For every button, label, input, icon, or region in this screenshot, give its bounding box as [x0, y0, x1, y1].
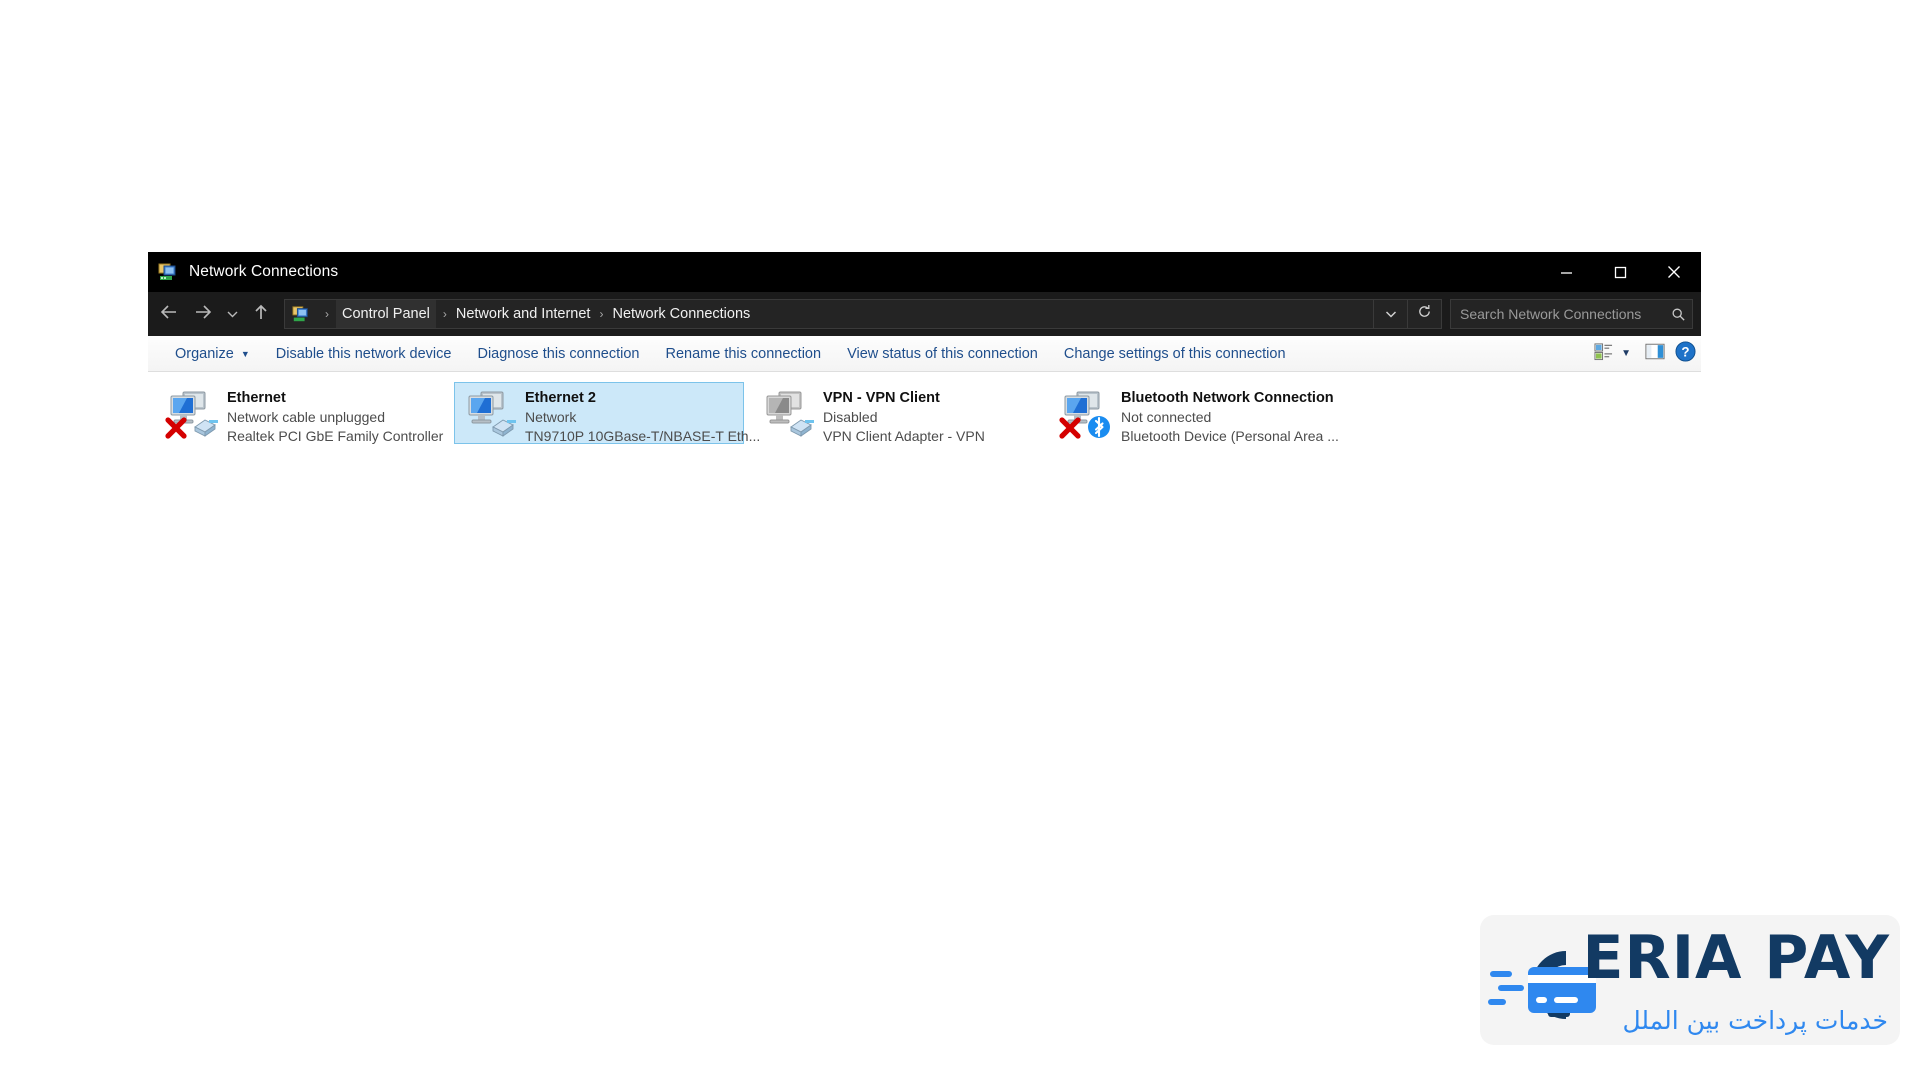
preview-pane-button[interactable] [1640, 340, 1670, 368]
connection-device: Realtek PCI GbE Family Controller [227, 428, 444, 444]
network-adapter-icon [1059, 387, 1115, 441]
connection-name: Bluetooth Network Connection [1121, 390, 1334, 406]
view-options-icon [1594, 342, 1613, 366]
connection-text: VPN - VPN Client Disabled VPN Client Ada… [817, 387, 985, 446]
recent-locations-button[interactable] [220, 297, 244, 331]
title-bar: Network Connections [148, 252, 1701, 292]
help-button[interactable]: ? [1670, 340, 1701, 368]
network-connections-window: Network Connections › Control Panel › Ne… [148, 252, 1701, 488]
chevron-down-icon [227, 305, 238, 323]
back-button[interactable] [152, 297, 186, 331]
connection-name: Ethernet [227, 390, 286, 406]
forward-arrow-icon [194, 304, 212, 325]
connection-status: Network [525, 409, 577, 425]
connection-text: Ethernet 2 Network TN9710P 10GBase-T/NBA… [519, 387, 761, 446]
chevron-down-icon: ▼ [240, 348, 250, 359]
minimize-icon [1560, 266, 1573, 279]
watermark-brand: ERIA PAY [1582, 923, 1890, 993]
preview-pane-icon [1645, 343, 1665, 365]
network-adapter-icon [463, 387, 519, 441]
maximize-icon [1614, 266, 1627, 279]
search-input[interactable] [1451, 306, 1664, 322]
organize-label: Organize [175, 345, 234, 362]
network-adapter-icon-disabled [761, 387, 817, 441]
connection-item-ethernet-2[interactable]: Ethernet 2 Network TN9710P 10GBase-T/NBA… [454, 382, 761, 446]
window-title: Network Connections [189, 263, 339, 280]
connections-items: Ethernet Network cable unplugged Realtek… [148, 382, 1701, 444]
connections-list: Ethernet Network cable unplugged Realtek… [148, 372, 1701, 488]
breadcrumb-separator: › [599, 307, 604, 321]
window-controls [1539, 252, 1701, 292]
svg-text:?: ? [1681, 344, 1689, 359]
disable-network-device-button[interactable]: Disable this network device [263, 340, 465, 368]
organize-button[interactable]: Organize ▼ [162, 340, 263, 368]
forward-button[interactable] [186, 297, 220, 331]
connection-status: Network cable unplugged [227, 409, 385, 425]
breadcrumb-bar[interactable]: › Control Panel › Network and Internet ›… [284, 299, 1442, 329]
back-arrow-icon [160, 304, 178, 325]
connection-text: Ethernet Network cable unplugged Realtek… [221, 387, 444, 446]
up-button[interactable] [244, 297, 278, 331]
view-options-dropdown-button[interactable]: ▼ [1618, 340, 1640, 368]
rename-connection-button[interactable]: Rename this connection [653, 340, 835, 368]
close-icon [1667, 265, 1681, 279]
command-bar: Organize ▼ Disable this network device D… [148, 336, 1701, 372]
connection-name: Ethernet 2 [525, 390, 596, 406]
connection-item-vpn-vpn-client[interactable]: VPN - VPN Client Disabled VPN Client Ada… [752, 382, 1042, 444]
chevron-down-icon: ▼ [1621, 348, 1631, 359]
view-options-button[interactable] [1589, 340, 1618, 368]
connection-status: Not connected [1121, 409, 1212, 425]
watermark-inner: ERIA PAY خدمات پرداخت بین الملل [1480, 915, 1896, 1045]
network-adapter-icon [165, 387, 221, 441]
bluetooth-icon [1088, 416, 1110, 438]
address-history-button[interactable] [1373, 300, 1407, 328]
connection-status: Disabled [823, 409, 878, 425]
search-box[interactable] [1450, 299, 1693, 329]
search-icon[interactable] [1664, 307, 1692, 322]
breadcrumb-item-network-and-internet[interactable]: Network and Internet [454, 300, 593, 328]
view-status-button[interactable]: View status of this connection [834, 340, 1051, 368]
up-arrow-icon [253, 303, 269, 326]
help-icon: ? [1675, 340, 1696, 367]
breadcrumb-separator: › [325, 307, 329, 321]
connection-item-bluetooth-network-connection[interactable]: Bluetooth Network Connection Not connect… [1050, 382, 1340, 444]
connection-name: VPN - VPN Client [823, 390, 940, 406]
connection-item-ethernet[interactable]: Ethernet Network cable unplugged Realtek… [156, 382, 446, 444]
connection-device: TN9710P 10GBase-T/NBASE-T Eth... [525, 428, 761, 444]
network-connections-icon [158, 262, 178, 282]
refresh-icon [1417, 304, 1432, 324]
maximize-button[interactable] [1593, 252, 1647, 292]
breadcrumb-separator: › [442, 307, 447, 321]
close-button[interactable] [1647, 252, 1701, 292]
control-panel-icon [292, 305, 310, 323]
change-settings-button[interactable]: Change settings of this connection [1051, 340, 1299, 368]
diagnose-connection-button[interactable]: Diagnose this connection [464, 340, 652, 368]
screen: Network Connections › Control Panel › Ne… [0, 0, 1920, 1080]
address-bar: › Control Panel › Network and Internet ›… [148, 292, 1701, 336]
watermark-tagline: خدمات پرداخت بین الملل [1622, 1006, 1888, 1035]
breadcrumb-item-control-panel[interactable]: Control Panel [336, 300, 436, 328]
minimize-button[interactable] [1539, 252, 1593, 292]
connection-device: VPN Client Adapter - VPN [823, 428, 985, 444]
breadcrumb-item-network-connections[interactable]: Network Connections [610, 300, 752, 328]
refresh-button[interactable] [1407, 300, 1441, 328]
watermark-logo: ERIA PAY خدمات پرداخت بین الملل [1480, 915, 1900, 1045]
chevron-down-icon [1385, 305, 1397, 323]
connection-device: Bluetooth Device (Personal Area ... [1121, 428, 1339, 444]
connection-text: Bluetooth Network Connection Not connect… [1115, 387, 1339, 446]
